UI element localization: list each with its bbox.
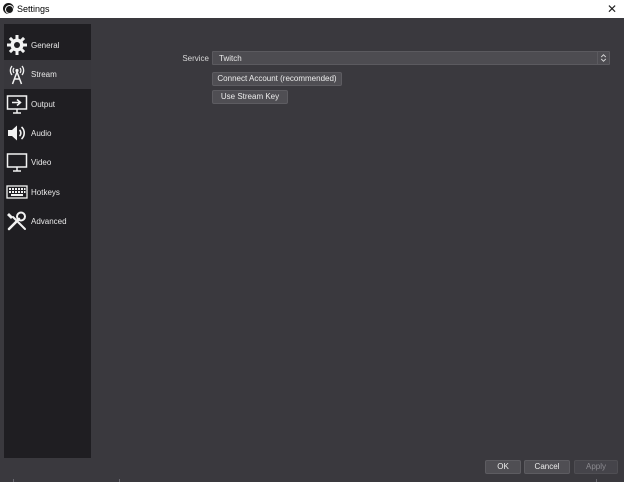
sidebar-item-stream[interactable]: Stream (4, 60, 91, 89)
gear-icon (7, 35, 27, 55)
sidebar-item-general[interactable]: General (4, 31, 91, 60)
settings-sidebar: General Stream Output Audio Video Hotkey… (4, 24, 91, 458)
cancel-button[interactable]: Cancel (524, 460, 570, 474)
connect-account-button[interactable]: Connect Account (recommended) (212, 72, 342, 86)
title-bar: Settings ✕ (0, 0, 624, 18)
sidebar-item-label: Hotkeys (31, 188, 60, 197)
monitor-icon (6, 153, 28, 172)
sidebar-item-audio[interactable]: Audio (4, 119, 91, 148)
sidebar-item-advanced[interactable]: Advanced (4, 207, 91, 236)
speaker-icon (8, 125, 26, 141)
keyboard-icon (6, 185, 28, 199)
output-display-icon (6, 95, 28, 114)
settings-window-body: General Stream Output Audio Video Hotkey… (0, 18, 624, 482)
window-title: Settings (17, 4, 50, 14)
service-dropdown[interactable]: Twitch (212, 51, 610, 65)
tools-icon (7, 211, 26, 231)
service-label: Service (182, 54, 209, 63)
sidebar-item-label: Output (31, 100, 56, 109)
sidebar-item-output[interactable]: Output (4, 90, 91, 119)
sidebar-item-label: General (31, 41, 60, 50)
sidebar-item-video[interactable]: Video (4, 148, 91, 177)
obs-logo-icon (3, 3, 14, 14)
apply-button[interactable]: Apply (574, 460, 618, 474)
sidebar-item-hotkeys[interactable]: Hotkeys (4, 178, 91, 207)
use-stream-key-button[interactable]: Use Stream Key (212, 90, 288, 104)
broadcast-tower-icon (9, 65, 25, 85)
sidebar-item-label: Advanced (31, 217, 67, 226)
chevron-up-down-icon (597, 52, 607, 64)
ok-button[interactable]: OK (485, 460, 521, 474)
sidebar-item-label: Stream (31, 70, 57, 79)
sidebar-item-label: Video (31, 158, 52, 167)
service-value: Twitch (219, 54, 242, 63)
close-icon[interactable]: ✕ (603, 0, 621, 18)
sidebar-item-label: Audio (31, 129, 52, 138)
